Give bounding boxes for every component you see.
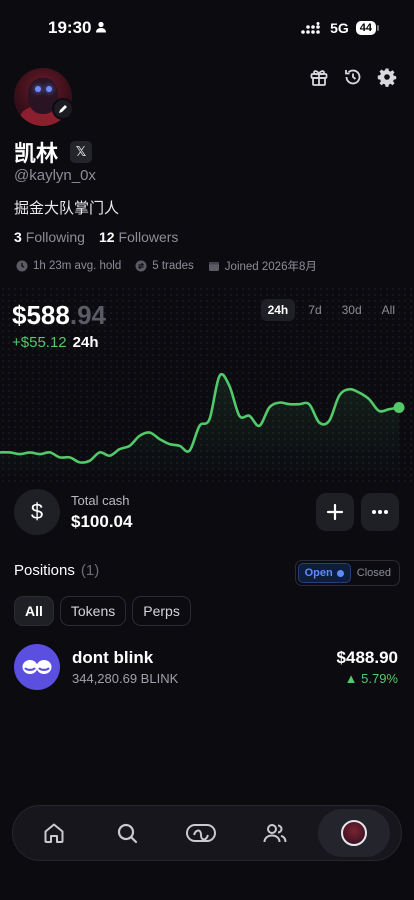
open-dot-icon	[336, 569, 344, 577]
token-amount: 344,280.69 BLINK	[72, 671, 179, 686]
dollar-icon: $	[14, 489, 60, 535]
battery-icon: 44	[355, 21, 380, 35]
following-count: 3	[14, 229, 22, 245]
range-7d[interactable]: 7d	[301, 299, 328, 321]
chart-end-point	[393, 402, 405, 413]
plus-icon	[326, 503, 344, 521]
cash-label: Total cash	[71, 493, 130, 508]
token-value: $488.90	[336, 648, 398, 667]
gift-icon[interactable]	[308, 66, 330, 88]
status-time: 19:30	[48, 18, 107, 38]
profile-meta: 1h 23m avg. hold 5 trades Joined 2026年8月	[16, 258, 317, 274]
x-icon[interactable]: 𝕏	[70, 141, 93, 163]
list-item[interactable]: dont blink 344,280.69 BLINK $488.90 ▲ 5.…	[14, 643, 400, 691]
trade-icon	[185, 824, 216, 842]
more-button[interactable]	[361, 493, 399, 531]
following-link[interactable]: 3 Following	[14, 229, 85, 245]
follow-stats: 3 Following 12 Followers	[14, 229, 178, 245]
person-icon	[95, 18, 107, 38]
profile-name: 凯林	[14, 141, 59, 166]
balance-cents: .94	[69, 300, 106, 330]
open-closed-toggle: Open Closed	[294, 560, 400, 586]
range-all[interactable]: All	[375, 299, 402, 321]
status-bar: 19:30 5G 44	[0, 0, 414, 56]
portfolio-change: +$55.12 24h	[12, 334, 99, 351]
joined-date: Joined 2026年8月	[208, 258, 317, 274]
calendar-icon	[208, 262, 219, 271]
signal-icon	[301, 22, 323, 34]
followers-count: 12	[98, 229, 115, 245]
range-30d[interactable]: 30d	[335, 299, 369, 321]
tab-closed[interactable]: Closed	[351, 563, 397, 583]
network-label: 5G	[330, 20, 349, 36]
portfolio-balance: $588.94	[12, 300, 106, 331]
change-period: 24h	[72, 334, 99, 351]
token-logo-icon	[14, 644, 60, 690]
trades-label: 5 trades	[152, 260, 194, 272]
followers-link[interactable]: 12 Followers	[99, 229, 178, 245]
name-row: 凯林 𝕏	[14, 136, 93, 168]
joined-label: Joined 2026年8月	[224, 261, 317, 273]
filter-all[interactable]: All	[14, 596, 54, 626]
nav-trade[interactable]	[171, 809, 231, 857]
filter-perps[interactable]: Perps	[132, 596, 191, 626]
more-icon	[372, 510, 388, 514]
balance-main: $588	[12, 300, 70, 330]
settings-icon[interactable]	[376, 66, 398, 88]
trade-count: 5 trades	[135, 260, 194, 272]
history-icon[interactable]	[342, 66, 364, 88]
profile-bio: 掘金大队掌门人	[14, 200, 120, 217]
status-right: 5G 44	[301, 20, 380, 36]
positions-title: Positions (1)	[14, 562, 99, 579]
range-24h[interactable]: 24h	[260, 299, 296, 321]
positions-header: Positions (1) Open Closed	[14, 560, 400, 586]
range-selector: 24h 7d 30d All	[260, 299, 402, 321]
time-label: 19:30	[48, 18, 92, 37]
token-name: dont blink	[72, 648, 154, 667]
avg-hold: 1h 23m avg. hold	[16, 260, 121, 272]
change-amount: +$55.12	[12, 334, 67, 351]
clock-icon	[16, 260, 28, 272]
add-cash-button[interactable]	[316, 493, 354, 531]
profile-handle: @kaylyn_0x	[14, 167, 96, 184]
profile-actions	[308, 66, 398, 88]
cash-value: $100.04	[71, 512, 133, 531]
followers-label: Followers	[118, 229, 179, 245]
avg-hold-label: 1h 23m avg. hold	[33, 260, 122, 272]
token-change: ▲ 5.79%	[344, 671, 398, 686]
nav-home[interactable]	[24, 809, 84, 857]
profile-avatar-icon	[341, 820, 368, 846]
edit-icon[interactable]	[52, 98, 74, 120]
filter-tokens[interactable]: Tokens	[59, 596, 127, 626]
bottom-nav	[12, 805, 402, 861]
position-filters: All Tokens Perps	[14, 596, 191, 626]
trades-icon	[135, 260, 147, 272]
cash-row: $ Total cash $100.04	[14, 488, 400, 536]
portfolio-chart[interactable]	[0, 360, 414, 480]
search-icon	[118, 823, 138, 844]
positions-count: (1)	[80, 562, 100, 579]
positions-title-label: Positions	[14, 562, 75, 579]
nav-people[interactable]	[245, 809, 305, 857]
following-label: Following	[25, 229, 85, 245]
nav-search[interactable]	[97, 809, 157, 857]
home-icon	[44, 823, 64, 843]
nav-profile[interactable]	[318, 809, 391, 857]
people-icon	[263, 824, 287, 843]
tab-open[interactable]: Open	[297, 563, 351, 583]
tab-open-label: Open	[304, 567, 333, 579]
